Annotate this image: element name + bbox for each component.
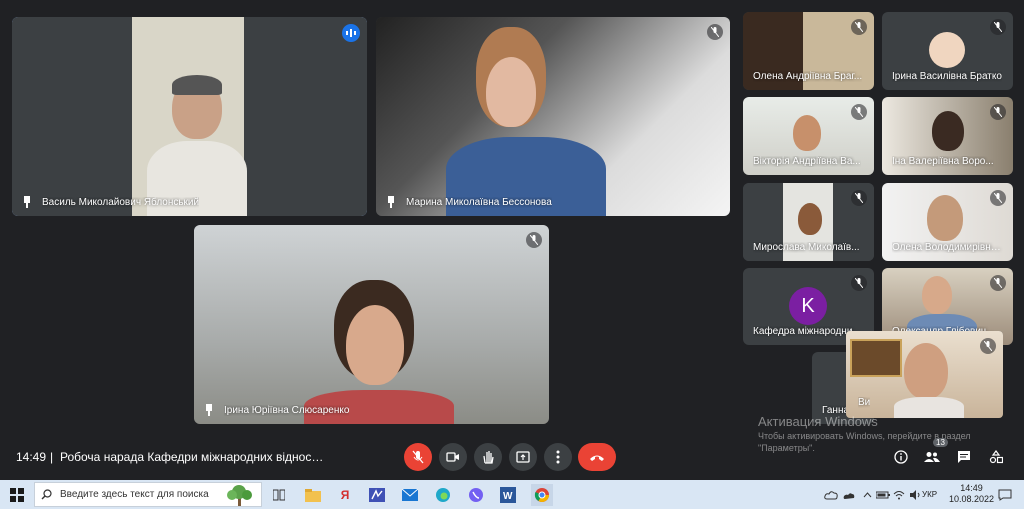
windows-logo-icon bbox=[10, 487, 24, 502]
taskbar-search[interactable]: Введите здесь текст для поиска bbox=[34, 482, 262, 507]
app-icon[interactable] bbox=[366, 484, 388, 506]
windows-taskbar: Введите здесь текст для поиска Я W УКР 1… bbox=[0, 480, 1024, 509]
participants-button[interactable] bbox=[922, 447, 942, 467]
clock-time: 14:49 bbox=[960, 483, 983, 493]
camera-toggle-button[interactable] bbox=[439, 443, 467, 471]
separator: | bbox=[50, 450, 54, 464]
avatar bbox=[929, 32, 965, 68]
mic-toggle-button[interactable] bbox=[404, 443, 432, 471]
participant-name: Олена Володимирівна... bbox=[892, 242, 1004, 253]
task-view-icon[interactable] bbox=[268, 484, 290, 506]
more-vert-icon bbox=[556, 450, 560, 464]
meeting-title[interactable]: Робоча нарада Кафедри міжнародних віднос… bbox=[60, 450, 330, 464]
self-view-tile[interactable]: Ви bbox=[846, 331, 1003, 418]
phone-hangup-icon bbox=[590, 455, 604, 461]
participant-name: Іна Валеріївна Воро... bbox=[892, 156, 994, 167]
avatar: K bbox=[789, 287, 827, 325]
mic-off-icon bbox=[990, 190, 1006, 206]
participant-name: Ірина Юріївна Слюсаренко bbox=[224, 405, 350, 416]
mic-off-icon bbox=[707, 24, 723, 40]
participant-video bbox=[376, 17, 730, 216]
chat-button[interactable] bbox=[954, 447, 974, 467]
tree-icon bbox=[227, 485, 252, 506]
shapes-icon bbox=[989, 450, 1003, 464]
people-icon bbox=[924, 452, 940, 462]
edge-icon[interactable] bbox=[432, 484, 454, 506]
word-icon[interactable]: W bbox=[497, 484, 519, 506]
participant-video bbox=[12, 17, 367, 216]
participant-tile-bessonova[interactable]: Марина Миколаївна Бессонова bbox=[376, 17, 730, 216]
present-screen-button[interactable] bbox=[509, 443, 537, 471]
notifications-icon[interactable] bbox=[994, 484, 1016, 506]
participant-tile-s6[interactable]: Олена Володимирівна... bbox=[882, 183, 1013, 261]
keyboard-language[interactable]: УКР bbox=[922, 490, 937, 499]
participant-tile-s4[interactable]: Іна Валеріївна Воро... bbox=[882, 97, 1013, 175]
mic-off-icon bbox=[851, 190, 867, 206]
mic-off-icon bbox=[990, 275, 1006, 291]
participant-name: Олена Андріївна Браг... bbox=[753, 71, 863, 82]
mic-off-icon bbox=[526, 232, 542, 248]
meet-window: Василь Миколайович Яблонський Марина Мик… bbox=[0, 0, 1024, 480]
leave-call-button[interactable] bbox=[578, 443, 616, 471]
activities-button[interactable] bbox=[986, 447, 1006, 467]
chat-icon bbox=[958, 451, 970, 463]
mic-off-icon bbox=[412, 450, 424, 464]
yandex-browser-icon[interactable]: Я bbox=[334, 484, 356, 506]
participant-video bbox=[194, 225, 549, 424]
pin-icon[interactable] bbox=[22, 196, 36, 208]
mic-off-icon bbox=[980, 338, 996, 354]
mail-icon[interactable] bbox=[399, 484, 421, 506]
mic-off-icon bbox=[851, 19, 867, 35]
mic-off-icon bbox=[851, 104, 867, 120]
raise-hand-button[interactable] bbox=[474, 443, 502, 471]
pin-icon[interactable] bbox=[386, 196, 400, 208]
participant-tile-s1[interactable]: Олена Андріївна Браг... bbox=[743, 12, 874, 90]
pin-icon[interactable] bbox=[204, 404, 218, 416]
svg-text:W: W bbox=[503, 491, 513, 502]
speaking-indicator-icon bbox=[342, 24, 360, 42]
meeting-time: 14:49 bbox=[16, 450, 47, 464]
clock[interactable]: 14:49 10.08.2022 bbox=[949, 483, 994, 505]
participant-name: Мирослава Миколаїв... bbox=[753, 242, 860, 253]
viber-icon[interactable] bbox=[465, 484, 487, 506]
participant-tile-sliusarenko[interactable]: Ірина Юріївна Слюсаренко bbox=[194, 225, 549, 424]
clock-date: 10.08.2022 bbox=[948, 494, 994, 504]
present-icon bbox=[516, 451, 530, 463]
participant-name: Марина Миколаївна Бессонова bbox=[406, 197, 552, 208]
participant-tile-yablonskyi[interactable]: Василь Миколайович Яблонський bbox=[12, 17, 367, 216]
more-options-button[interactable] bbox=[544, 443, 572, 471]
participant-name: Кафедра міжнародни... bbox=[753, 326, 861, 337]
participant-tile-s2[interactable]: Ірина Василівна Братко bbox=[882, 12, 1013, 90]
participant-name: Ірина Василівна Братко bbox=[892, 71, 1002, 82]
meeting-controls-bar: 14:49 | Робоча нарада Кафедри міжнародни… bbox=[0, 438, 1024, 476]
watermark-line1: Активация Windows bbox=[758, 414, 878, 429]
meeting-details-button[interactable] bbox=[891, 447, 911, 467]
info-icon bbox=[894, 450, 908, 464]
mic-off-icon bbox=[990, 104, 1006, 120]
participants-count-badge: 13 bbox=[933, 438, 948, 447]
picture-frame bbox=[850, 339, 902, 377]
self-name: Ви bbox=[858, 397, 871, 408]
participant-name: Вікторія Андріївна Ва... bbox=[753, 156, 861, 167]
participant-tile-s5[interactable]: Мирослава Миколаїв... bbox=[743, 183, 874, 261]
file-explorer-icon[interactable] bbox=[302, 484, 324, 506]
search-icon bbox=[41, 489, 52, 500]
chrome-icon[interactable] bbox=[531, 484, 553, 506]
participant-tile-s3[interactable]: Вікторія Андріївна Ва... bbox=[743, 97, 874, 175]
search-placeholder: Введите здесь текст для поиска bbox=[60, 489, 209, 500]
participant-name: Василь Миколайович Яблонський bbox=[42, 197, 200, 208]
camera-icon bbox=[446, 452, 459, 462]
start-button[interactable] bbox=[0, 480, 34, 509]
mic-off-icon bbox=[851, 275, 867, 291]
mic-off-icon bbox=[990, 19, 1006, 35]
hand-icon bbox=[483, 451, 494, 464]
